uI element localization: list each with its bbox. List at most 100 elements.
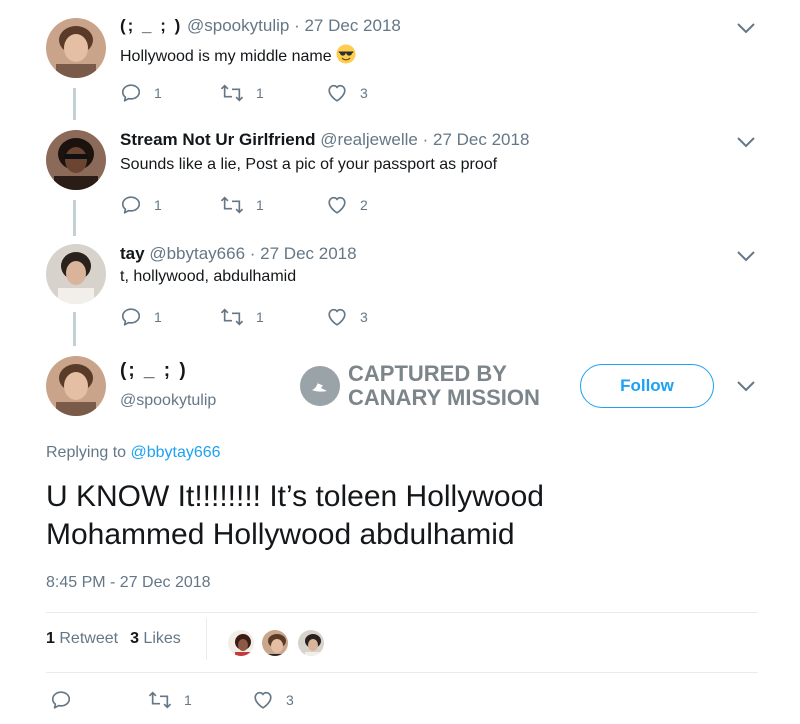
tweet-header: (; _ ; ) @spookytulip · 27 Dec 2018 (120, 16, 401, 36)
tweet-stats: 1 Retweet 3 Likes (46, 630, 181, 648)
tweet-text: Sounds like a lie, Post a pic of your pa… (120, 156, 498, 173)
replying-to: Replying to @bbytay666 (46, 444, 221, 462)
reply-tweet-2[interactable]: Stream Not Ur Girlfriend @realjewelle · … (0, 128, 800, 228)
reply-button[interactable]: 1 (120, 306, 162, 328)
like-count: 3 (286, 692, 294, 708)
tweet-date[interactable]: 27 Dec 2018 (260, 244, 356, 263)
like-icon (326, 82, 348, 104)
like-icon (326, 306, 348, 328)
likes-count: 3 (130, 630, 139, 647)
reply-button[interactable]: 1 (120, 82, 162, 104)
liker-avatar[interactable] (260, 628, 290, 658)
like-count: 3 (360, 85, 368, 101)
reply-icon (120, 306, 142, 328)
retweet-icon (148, 689, 172, 711)
retweet-button[interactable]: 1 (220, 82, 264, 104)
retweets-label: Retweet (59, 630, 119, 647)
tweet-date[interactable]: 27 Dec 2018 (433, 130, 529, 149)
avatar[interactable] (46, 244, 106, 304)
retweet-count: 1 (256, 309, 264, 325)
like-button[interactable]: 3 (326, 306, 368, 328)
display-name[interactable]: tay (120, 244, 145, 263)
reply-count: 1 (154, 309, 162, 325)
canary-logo-icon (300, 366, 340, 406)
main-avatar[interactable] (46, 356, 106, 416)
tweet-header: Stream Not Ur Girlfriend @realjewelle · … (120, 130, 529, 150)
watermark-line-1: CAPTURED BY (348, 361, 507, 386)
divider (46, 672, 758, 673)
like-icon (326, 194, 348, 216)
tweet-timestamp[interactable]: 8:45 PM - 27 Dec 2018 (46, 574, 211, 592)
reply-icon (50, 689, 72, 711)
user-handle[interactable]: @bbytay666 (149, 244, 245, 263)
reply-tweet-1[interactable]: (; _ ; ) @spookytulip · 27 Dec 2018 Holl… (0, 14, 800, 114)
chevron-down-icon[interactable] (736, 22, 756, 38)
tweet-actions: 1 1 2 (120, 194, 420, 216)
user-handle[interactable]: @realjewelle (320, 130, 418, 149)
chevron-down-icon[interactable] (736, 250, 756, 266)
follow-button[interactable]: Follow (580, 364, 714, 408)
display-name[interactable]: (; _ ; ) (120, 16, 182, 35)
retweet-count: 1 (256, 85, 264, 101)
like-button[interactable]: 3 (326, 82, 368, 104)
thread-connector (73, 312, 76, 346)
chevron-down-icon[interactable] (736, 136, 756, 152)
reply-button[interactable]: 1 (120, 194, 162, 216)
main-tweet-line-2: Mohammed Hollywood abdulhamid (46, 518, 515, 551)
canary-mission-watermark: CAPTURED BY CANARY MISSION (300, 362, 540, 410)
avatar[interactable] (46, 18, 106, 78)
like-count: 3 (360, 309, 368, 325)
main-display-name[interactable]: (; _ ; ) (120, 360, 188, 382)
likes-stat[interactable]: 3 Likes (130, 630, 181, 648)
retweet-button[interactable]: 1 (220, 194, 264, 216)
separator-dot: · (422, 130, 429, 149)
reply-count: 1 (154, 85, 162, 101)
stats-separator (206, 618, 207, 660)
tweet-text: Hollywood is my middle name (120, 44, 356, 69)
like-button[interactable]: 3 (252, 688, 294, 712)
like-icon (252, 689, 274, 711)
tweet-actions: 1 1 3 (120, 306, 420, 328)
tweet-text: t, hollywood, abdulhamid (120, 268, 297, 285)
tweet-actions: 1 1 3 (120, 82, 420, 104)
thread-connector (73, 200, 76, 236)
liker-avatar[interactable] (226, 628, 256, 658)
watermark-text: CAPTURED BY CANARY MISSION (348, 362, 540, 410)
retweet-button[interactable]: 1 (220, 306, 264, 328)
liker-avatar[interactable] (296, 628, 326, 658)
tweet-text-content: Hollywood is my middle name (120, 48, 332, 65)
reply-icon (120, 82, 142, 104)
avatar[interactable] (46, 130, 106, 190)
likes-label: Likes (143, 630, 181, 647)
retweet-icon (220, 82, 244, 104)
reply-tweet-3[interactable]: tay @bbytay666 · 27 Dec 2018 t, hollywoo… (0, 242, 800, 342)
replying-prefix: Replying to (46, 444, 127, 461)
tweet-date[interactable]: 27 Dec 2018 (304, 16, 400, 35)
reply-button[interactable] (50, 688, 84, 712)
main-tweet-text: U KNOW It!!!!!!!! It’s toleen Hollywood … (46, 478, 766, 554)
user-handle[interactable]: @spookytulip (187, 16, 289, 35)
retweet-count: 1 (184, 692, 192, 708)
reply-icon (120, 194, 142, 216)
separator-dot: · (249, 244, 256, 263)
main-tweet-actions: 1 3 (50, 688, 350, 712)
main-tweet-line-1: U KNOW It!!!!!!!! It’s toleen Hollywood (46, 480, 544, 513)
chevron-down-icon[interactable] (736, 380, 756, 396)
main-user-handle[interactable]: @spookytulip (120, 392, 216, 410)
separator-dot: · (294, 16, 300, 35)
retweets-stat[interactable]: 1 Retweet (46, 630, 118, 648)
watermark-line-2: CANARY MISSION (348, 385, 540, 410)
retweet-button[interactable]: 1 (148, 688, 192, 712)
tweet-header: tay @bbytay666 · 27 Dec 2018 (120, 244, 357, 264)
thread-connector (73, 88, 76, 120)
display-name[interactable]: Stream Not Ur Girlfriend (120, 130, 316, 149)
like-count: 2 (360, 197, 368, 213)
like-button[interactable]: 2 (326, 194, 368, 216)
retweets-count: 1 (46, 630, 55, 647)
retweet-icon (220, 306, 244, 328)
replying-handle-link[interactable]: @bbytay666 (131, 444, 221, 461)
reply-count: 1 (154, 197, 162, 213)
divider (46, 612, 758, 613)
retweet-count: 1 (256, 197, 264, 213)
retweet-icon (220, 194, 244, 216)
